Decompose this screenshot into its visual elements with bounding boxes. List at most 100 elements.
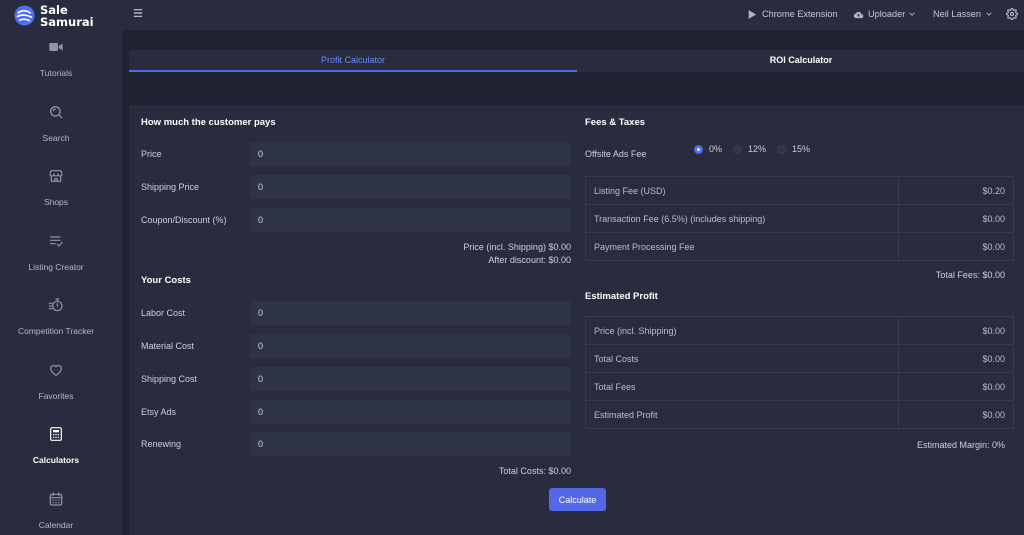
field-label: Shipping Price <box>141 182 200 192</box>
fee-value: $0.00 <box>898 204 1014 233</box>
radio-button[interactable] <box>694 144 703 154</box>
summary-label: Estimated Margin: <box>916 440 990 450</box>
summary-label: Total Fees: <box>935 270 980 280</box>
calendar-icon <box>48 491 64 507</box>
sidebar-item-search[interactable]: Search <box>0 101 112 166</box>
field-label: Shipping Cost <box>141 374 198 384</box>
calculate-button[interactable]: Calculate <box>549 488 606 511</box>
heart-icon <box>48 362 64 378</box>
shipping-cost-field: Shipping Cost <box>141 367 571 391</box>
sidebar-item-listing-creator[interactable]: Listing Creator <box>0 230 112 295</box>
sidebar-item-label: Tutorials <box>39 68 73 78</box>
sidebar-item-label: Calculators <box>32 455 80 465</box>
shop-icon <box>48 168 64 184</box>
search-icon <box>48 104 64 120</box>
summary-label: After discount: <box>488 255 546 265</box>
sidebar-item-favorites[interactable]: Favorites <box>0 359 112 424</box>
table-row: Listing Fee (USD) $0.20 <box>585 176 1014 205</box>
chrome-extension-link[interactable]: Chrome Extension <box>747 0 838 28</box>
offsite-ads-option-12[interactable]: 12% <box>733 144 766 154</box>
top-bar: Chrome Extension Uploader Neil Lassen <box>122 0 1024 30</box>
etsy-ads-field: Etsy Ads <box>141 400 571 424</box>
coupon-discount-field: Coupon/Discount (%) <box>141 208 571 232</box>
shipping-price-field: Shipping Price <box>141 175 571 199</box>
field-label: Labor Cost <box>141 308 186 318</box>
summary-label: Price (incl. Shipping) <box>463 242 546 252</box>
field-label: Renewing <box>141 439 182 449</box>
radio-label: 15% <box>792 144 811 154</box>
field-label: Etsy Ads <box>141 407 177 417</box>
offsite-ads-radio-group: 0% 12% 15% <box>694 143 810 155</box>
profit-label: Price (incl. Shipping) <box>585 316 899 345</box>
stopwatch-icon <box>48 297 64 313</box>
sidebar-item-competition-tracker[interactable]: Competition Tracker <box>0 294 112 359</box>
fee-label: Payment Processing Fee <box>585 232 899 261</box>
fee-value: $0.00 <box>898 232 1014 261</box>
tab-roi-calculator[interactable]: ROI Calculator <box>578 50 1024 72</box>
radio-label: 12% <box>748 144 767 154</box>
fees-taxes-heading: Fees & Taxes <box>585 117 646 128</box>
brand-name: Sale Samurai <box>40 4 94 28</box>
price-incl-shipping-summary: Price (incl. Shipping) $0.00 <box>141 241 571 253</box>
labor-cost-input[interactable] <box>250 301 571 325</box>
field-label: Coupon/Discount (%) <box>141 215 227 225</box>
profit-value: $0.00 <box>898 400 1014 429</box>
samurai-wave-logo-icon <box>14 5 35 26</box>
chrome-extension-label: Chrome Extension <box>762 9 838 19</box>
total-fees-summary: Total Fees: $0.00 <box>585 269 1014 281</box>
brand-logo[interactable]: Sale Samurai <box>12 3 112 29</box>
user-menu[interactable]: Neil Lassen <box>933 0 992 28</box>
cloud-upload-icon <box>853 9 864 19</box>
material-cost-field: Material Cost <box>141 334 571 358</box>
summary-value: $0.00 <box>548 255 571 265</box>
table-row: Estimated Profit $0.00 <box>585 400 1014 429</box>
sidebar-item-shops[interactable]: Shops <box>0 165 112 230</box>
sidebar-item-calendar[interactable]: Calendar <box>0 488 112 535</box>
settings-button[interactable] <box>1006 8 1018 20</box>
calculator-tabs: Profit Calculator ROI Calculator <box>129 50 1024 72</box>
field-label: Material Cost <box>141 341 195 351</box>
chevron-down-icon <box>986 12 992 16</box>
listing-check-icon <box>48 233 64 249</box>
radio-button[interactable] <box>777 144 787 154</box>
table-row: Total Fees $0.00 <box>585 372 1014 401</box>
menu-toggle-button[interactable] <box>133 8 143 18</box>
uploader-menu[interactable]: Uploader <box>853 0 916 28</box>
table-row: Transaction Fee (6.5%) (includes shippin… <box>585 204 1014 233</box>
material-cost-input[interactable] <box>250 334 571 358</box>
uploader-label: Uploader <box>868 9 906 19</box>
tab-profit-calculator[interactable]: Profit Calculator <box>129 50 577 72</box>
field-label: Price <box>141 149 162 159</box>
profit-value: $0.00 <box>898 316 1014 345</box>
brand-name-line-2: Samurai <box>40 15 94 29</box>
offsite-ads-option-15[interactable]: 15% <box>777 144 810 154</box>
sidebar-item-label: Competition Tracker <box>17 326 95 336</box>
summary-label: Total Costs: <box>498 466 546 476</box>
menu-icon <box>133 8 143 18</box>
sidebar-item-calculators[interactable]: Calculators <box>0 423 112 488</box>
video-icon <box>48 39 64 55</box>
shipping-cost-input[interactable] <box>250 367 571 391</box>
price-field: Price <box>141 142 571 166</box>
profit-label: Total Costs <box>585 344 899 373</box>
sidebar-item-tutorials[interactable]: Tutorials <box>0 36 112 101</box>
your-costs-heading: Your Costs <box>141 275 191 286</box>
estimated-profit-heading: Estimated Profit <box>585 291 658 302</box>
sidebar-item-label: Favorites <box>38 390 74 401</box>
fee-label: Listing Fee (USD) <box>585 176 899 205</box>
fees-table: Listing Fee (USD) $0.20 Transaction Fee … <box>585 176 1014 261</box>
labor-cost-field: Labor Cost <box>141 301 571 325</box>
etsy-ads-input[interactable] <box>250 400 571 424</box>
table-row: Price (incl. Shipping) $0.00 <box>585 316 1014 345</box>
renewing-input[interactable] <box>250 432 571 456</box>
offsite-ads-option-0[interactable]: 0% <box>694 144 722 154</box>
after-discount-summary: After discount: $0.00 <box>141 254 571 266</box>
radio-button[interactable] <box>733 144 743 154</box>
summary-value: $0.00 <box>982 270 1005 280</box>
sidebar-item-label: Shops <box>43 197 69 207</box>
price-input[interactable] <box>250 142 571 166</box>
coupon-discount-input[interactable] <box>250 208 571 232</box>
shipping-price-input[interactable] <box>250 175 571 199</box>
profit-label: Estimated Profit <box>585 400 899 429</box>
play-icon <box>747 9 757 20</box>
